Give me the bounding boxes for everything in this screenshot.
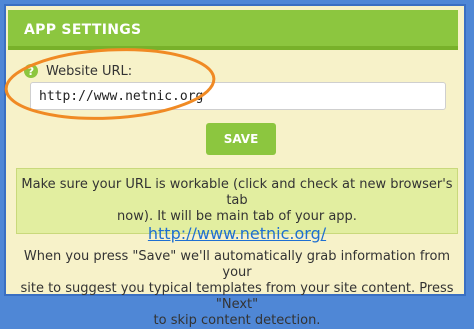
note-line1: When you press "Save" we'll automaticall… (23, 249, 451, 280)
info-text-line2: now). It will be main tab of your app. (117, 209, 357, 224)
url-label: Website URL: (46, 63, 133, 79)
note-line3: to skip content detection. (153, 313, 321, 328)
website-link[interactable]: http://www.netnic.org/ (17, 226, 457, 242)
save-button[interactable]: SAVE (206, 123, 276, 155)
save-help-note: When you press "Save" we'll automaticall… (12, 249, 462, 329)
note-line2: site to suggest you typical templates fr… (20, 281, 454, 312)
help-question-icon[interactable]: ? (24, 64, 38, 78)
info-text-line1: Make sure your URL is workable (click an… (21, 177, 453, 208)
info-box: Make sure your URL is workable (click an… (16, 168, 458, 242)
website-url-input[interactable] (30, 82, 446, 110)
page-title: APP SETTINGS (24, 22, 142, 38)
url-label-row: ? Website URL: (24, 62, 132, 80)
settings-header: APP SETTINGS (8, 10, 458, 50)
